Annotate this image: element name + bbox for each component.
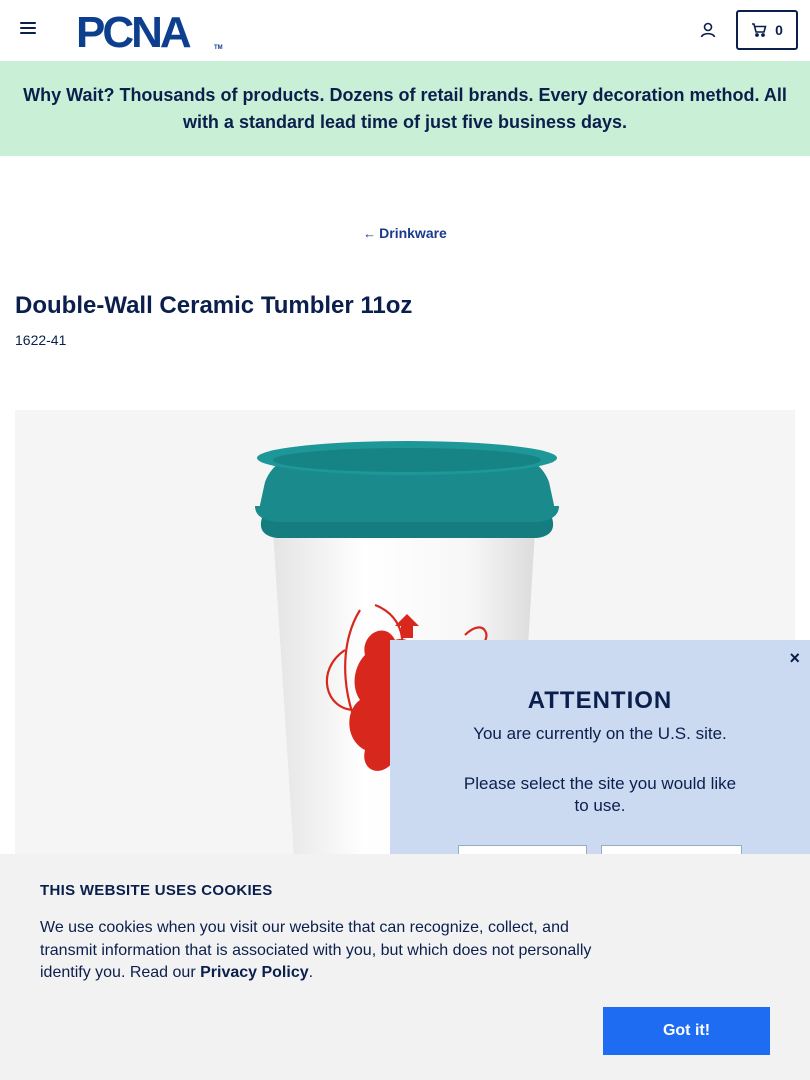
site-header: PCNA TM 0: [0, 0, 810, 61]
tumbler-lid: [255, 441, 559, 538]
promo-banner: Why Wait? Thousands of products. Dozens …: [0, 61, 810, 156]
cookie-text: We use cookies when you visit our websit…: [40, 917, 610, 985]
cart-button[interactable]: 0: [736, 10, 798, 50]
cookie-text-body: We use cookies when you visit our websit…: [40, 919, 592, 981]
got-it-button[interactable]: Got it!: [603, 1007, 770, 1055]
promo-text: Why Wait? Thousands of products. Dozens …: [23, 84, 787, 132]
cookie-banner: THIS WEBSITE USES COOKIES We use cookies…: [0, 854, 810, 1080]
privacy-policy-link[interactable]: Privacy Policy: [200, 964, 309, 981]
cookie-title: THIS WEBSITE USES COOKIES: [40, 882, 273, 899]
modal-title: ATTENTION: [527, 687, 673, 714]
modal-current-site-text: You are currently on the U.S. site.: [473, 724, 727, 743]
account-icon[interactable]: [699, 21, 717, 39]
pcna-logo[interactable]: PCNA TM: [76, 8, 226, 57]
product-sku: 1622-41: [15, 332, 67, 348]
logo-wordmark: PCNA: [76, 10, 191, 52]
close-icon[interactable]: ×: [789, 648, 800, 669]
menu-icon[interactable]: [20, 22, 36, 38]
back-to-category-link[interactable]: ← Drinkware: [0, 225, 810, 241]
modal-select-site-text: Please select the site you would like to…: [463, 774, 737, 815]
cart-count: 0: [775, 22, 783, 38]
logo-trademark: TM: [214, 45, 223, 51]
product-title: Double-Wall Ceramic Tumbler 11oz: [15, 292, 413, 319]
cookie-text-end: .: [308, 964, 314, 981]
site-selector-modal: × ATTENTION You are currently on the U.S…: [390, 640, 810, 875]
arrow-left-icon: ←: [363, 226, 377, 241]
cart-icon: [752, 23, 767, 37]
back-link-label: Drinkware: [379, 225, 447, 241]
